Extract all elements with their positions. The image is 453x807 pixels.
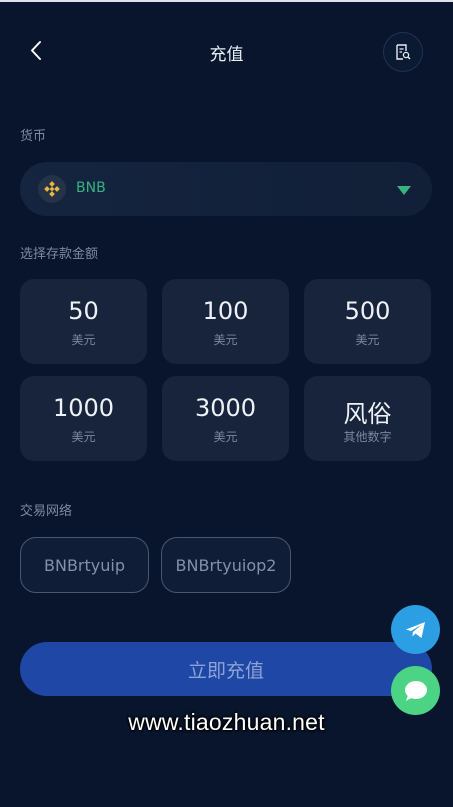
caret-down-icon <box>397 186 411 195</box>
currency-label: 货币 <box>20 129 47 144</box>
document-search-icon <box>396 44 411 60</box>
amount-value: 500 <box>344 297 391 325</box>
amount-unit: 美元 <box>213 430 238 444</box>
amount-value: 100 <box>202 297 249 325</box>
amount-value: 3000 <box>194 394 257 422</box>
network-label: 交易网络 <box>20 504 73 519</box>
amount-label: 选择存款金额 <box>20 247 99 262</box>
network-option-1[interactable]: BNBrtyuip <box>20 537 149 593</box>
amount-value: 1000 <box>52 394 115 422</box>
selected-currency: BNB <box>76 180 106 196</box>
network-option-2[interactable]: BNBrtyuiop2 <box>161 537 291 593</box>
deposit-now-button[interactable]: 立即充值 <box>20 642 432 696</box>
bnb-icon <box>38 175 66 203</box>
chat-button[interactable] <box>391 666 440 715</box>
amount-option-3000[interactable]: 3000 美元 <box>162 376 289 461</box>
amount-option-50[interactable]: 50 美元 <box>20 279 147 364</box>
deposit-record-button[interactable] <box>383 32 423 72</box>
amount-value: 风俗 <box>343 400 392 428</box>
amount-option-1000[interactable]: 1000 美元 <box>20 376 147 461</box>
amount-unit: 美元 <box>213 333 238 347</box>
top-border <box>0 0 453 2</box>
amount-unit: 美元 <box>355 333 380 347</box>
telegram-icon <box>405 621 425 638</box>
amount-option-100[interactable]: 100 美元 <box>162 279 289 364</box>
header-bar: 充值 <box>0 28 453 74</box>
telegram-button[interactable] <box>391 605 440 654</box>
watermark-text: www.tiaozhuan.net <box>128 709 325 735</box>
amount-unit: 美元 <box>71 430 96 444</box>
amount-option-500[interactable]: 500 美元 <box>304 279 431 364</box>
amount-option-custom[interactable]: 风俗 其他数字 <box>304 376 431 461</box>
amount-unit: 美元 <box>71 333 96 347</box>
chat-bubble-icon <box>404 680 427 701</box>
amount-value: 50 <box>68 297 99 325</box>
amount-unit: 其他数字 <box>343 430 392 444</box>
currency-select[interactable]: BNB <box>20 162 432 216</box>
